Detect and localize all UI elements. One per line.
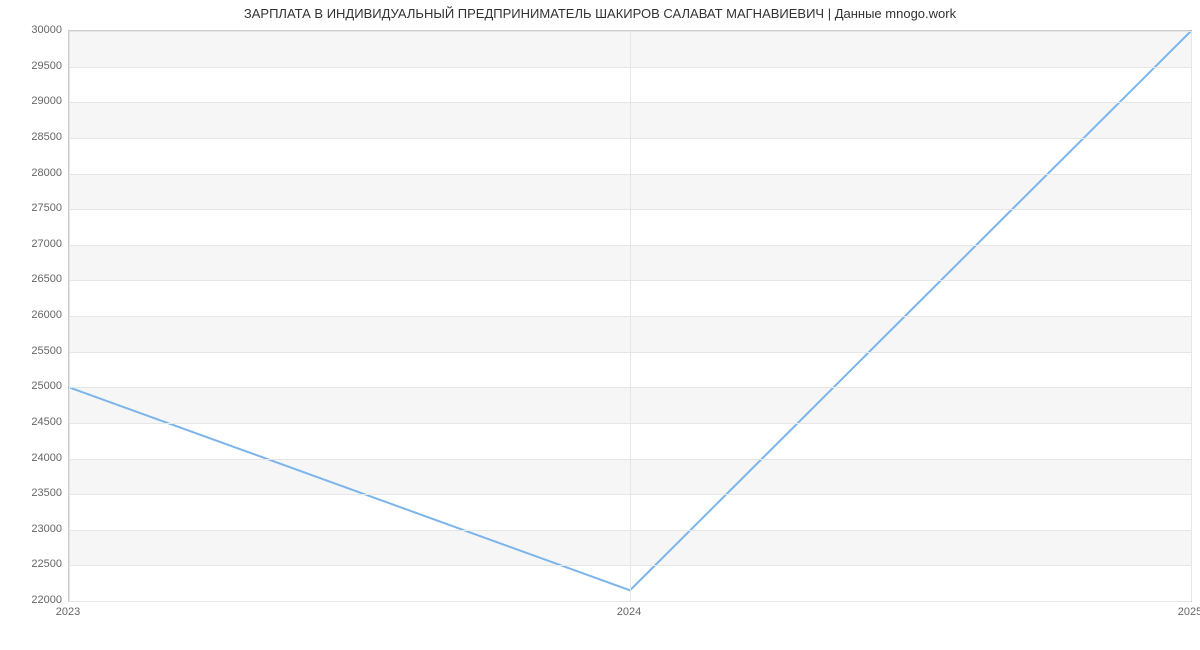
y-tick-label: 24000: [6, 452, 62, 464]
y-tick-label: 24500: [6, 416, 62, 428]
y-tick-label: 25500: [6, 345, 62, 357]
x-tick-label: 2024: [617, 606, 641, 618]
y-tick-label: 25000: [6, 380, 62, 392]
plot-area: [68, 30, 1192, 602]
y-tick-label: 23000: [6, 523, 62, 535]
y-tick-label: 29000: [6, 95, 62, 107]
x-gridline: [630, 31, 631, 601]
y-tick-label: 23500: [6, 487, 62, 499]
y-tick-label: 26500: [6, 273, 62, 285]
y-tick-label: 26000: [6, 309, 62, 321]
chart-title: ЗАРПЛАТА В ИНДИВИДУАЛЬНЫЙ ПРЕДПРИНИМАТЕЛ…: [0, 6, 1200, 21]
x-gridline: [69, 31, 70, 601]
y-tick-label: 28000: [6, 167, 62, 179]
y-tick-label: 28500: [6, 131, 62, 143]
y-tick-label: 22500: [6, 558, 62, 570]
x-tick-label: 2025: [1178, 606, 1200, 618]
y-gridline: [69, 601, 1191, 602]
x-tick-label: 2023: [56, 606, 80, 618]
y-tick-label: 27000: [6, 238, 62, 250]
y-tick-label: 22000: [6, 594, 62, 606]
y-tick-label: 27500: [6, 202, 62, 214]
y-tick-label: 30000: [6, 24, 62, 36]
x-gridline: [1191, 31, 1192, 601]
y-tick-label: 29500: [6, 60, 62, 72]
salary-line-chart: ЗАРПЛАТА В ИНДИВИДУАЛЬНЫЙ ПРЕДПРИНИМАТЕЛ…: [0, 0, 1200, 650]
